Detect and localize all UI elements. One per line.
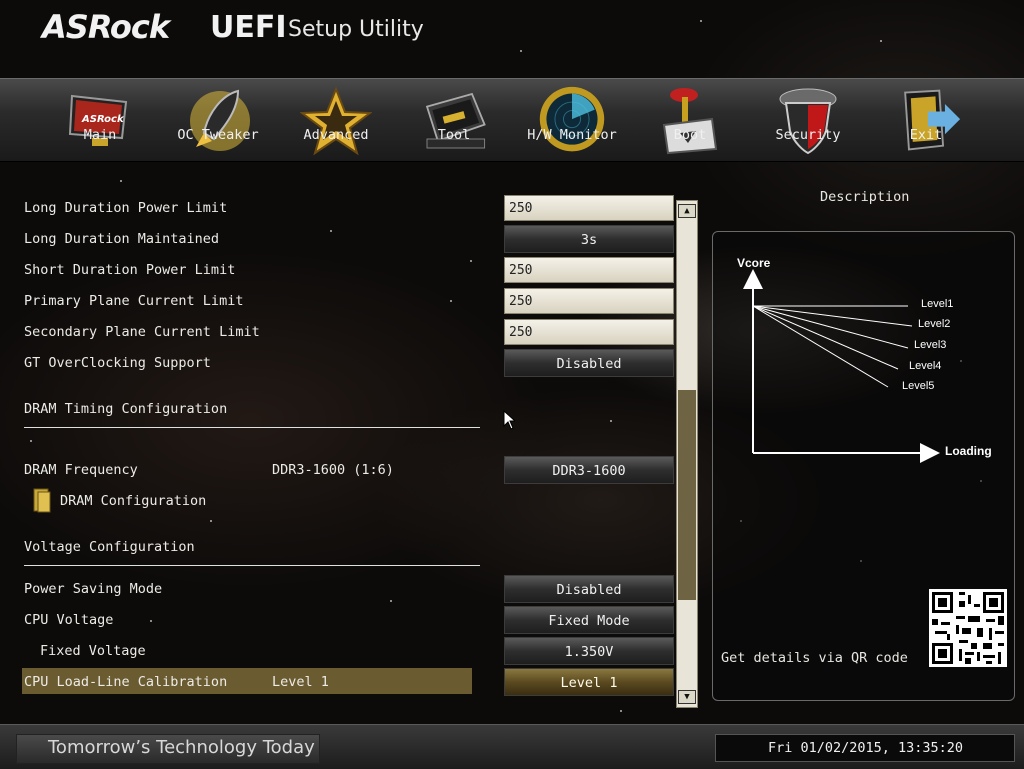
monitor-icon: ASRock: [64, 85, 136, 157]
scroll-thumb[interactable]: [678, 390, 696, 600]
dram-frequency-current: DDR3-1600 (1:6): [272, 462, 394, 478]
fixed-voltage-select[interactable]: 1.350V: [504, 637, 674, 665]
uefi-title: UEFI: [210, 10, 287, 45]
tagline: Tomorrow’s Technology Today: [48, 737, 315, 758]
fixed-voltage-label: Fixed Voltage: [40, 643, 146, 659]
dram-configuration-submenu[interactable]: DRAM Configuration: [60, 493, 206, 509]
diagram-x-label: Loading: [945, 444, 992, 458]
toolbox-icon: [418, 85, 490, 157]
long-duration-power-limit-input[interactable]: 250: [504, 195, 674, 221]
folder-icon: [32, 487, 52, 513]
section-divider: [24, 427, 480, 428]
tab-oc-tweaker-label: OC Tweaker: [177, 127, 259, 143]
header: ASRock UEFI Setup Utility: [0, 0, 1024, 75]
cpu-voltage-select[interactable]: Fixed Mode: [504, 606, 674, 634]
qr-code-caption: Get details via QR code: [721, 650, 908, 666]
secondary-plane-current-limit-input[interactable]: 250: [504, 319, 674, 345]
description-title: Description: [820, 189, 910, 205]
setup-utility-title: Setup Utility: [288, 17, 424, 42]
shield-icon: [772, 85, 844, 157]
svg-text:ASRock: ASRock: [81, 114, 125, 125]
diagram-y-label: Vcore: [737, 256, 771, 270]
dram-frequency-label: DRAM Frequency: [24, 462, 138, 478]
main-navigation: ASRock Main OC Tweaker Advanced Tool H/W…: [0, 78, 1024, 162]
cpu-llc-current: Level 1: [272, 674, 329, 690]
long-duration-power-limit-label: Long Duration Power Limit: [24, 200, 228, 216]
dram-timing-section-title: DRAM Timing Configuration: [24, 401, 228, 417]
gt-overclocking-support-select[interactable]: Disabled: [504, 349, 674, 377]
short-duration-power-limit-input[interactable]: 250: [504, 257, 674, 283]
section-divider: [24, 565, 480, 566]
scroll-down-button[interactable]: ▼: [678, 690, 696, 704]
tab-exit-label: Exit: [909, 127, 943, 143]
tab-hw-monitor-label: H/W Monitor: [527, 127, 617, 143]
diagram-level-label: Level2: [918, 318, 951, 330]
diagram-level-label: Level1: [921, 298, 954, 310]
rocket-icon: [182, 85, 254, 157]
diagram-level-label: Level5: [902, 380, 935, 392]
short-duration-power-limit-label: Short Duration Power Limit: [24, 262, 236, 278]
cpu-llc-label: CPU Load-Line Calibration: [24, 674, 228, 690]
asrock-logo: ASRock: [42, 8, 170, 46]
long-duration-maintained-label: Long Duration Maintained: [24, 231, 220, 247]
gt-overclocking-support-label: GT OverClocking Support: [24, 355, 211, 371]
qr-code: [929, 589, 1007, 667]
scroll-up-button[interactable]: ▲: [678, 204, 696, 218]
datetime-display: Fri 01/02/2015, 13:35:20: [768, 740, 964, 756]
tab-tool-label: Tool: [437, 127, 471, 143]
power-saving-mode-label: Power Saving Mode: [24, 581, 163, 597]
power-saving-mode-select[interactable]: Disabled: [504, 575, 674, 603]
diagram-level-label: Level4: [909, 360, 942, 372]
diagram-level-label: Level3: [914, 339, 947, 351]
tab-advanced-label: Advanced: [303, 127, 369, 143]
settings-scrollbar[interactable]: ▲ ▼: [676, 200, 698, 708]
mouse-cursor: [503, 409, 517, 430]
joystick-icon: [654, 85, 726, 157]
voltage-section-title: Voltage Configuration: [24, 539, 195, 555]
primary-plane-current-limit-label: Primary Plane Current Limit: [24, 293, 244, 309]
exit-door-icon: [890, 85, 962, 157]
dram-frequency-select[interactable]: DDR3-1600: [504, 456, 674, 484]
radar-icon: [536, 85, 608, 157]
cpu-voltage-label: CPU Voltage: [24, 612, 114, 628]
tab-security-label: Security: [775, 127, 841, 143]
secondary-plane-current-limit-label: Secondary Plane Current Limit: [24, 324, 260, 340]
primary-plane-current-limit-input[interactable]: 250: [504, 288, 674, 314]
long-duration-maintained-select[interactable]: 3s: [504, 225, 674, 253]
cpu-llc-select[interactable]: Level 1: [504, 668, 674, 696]
tab-boot-label: Boot: [673, 127, 707, 143]
star-icon: [300, 85, 372, 157]
tab-main-label: Main: [83, 127, 117, 143]
